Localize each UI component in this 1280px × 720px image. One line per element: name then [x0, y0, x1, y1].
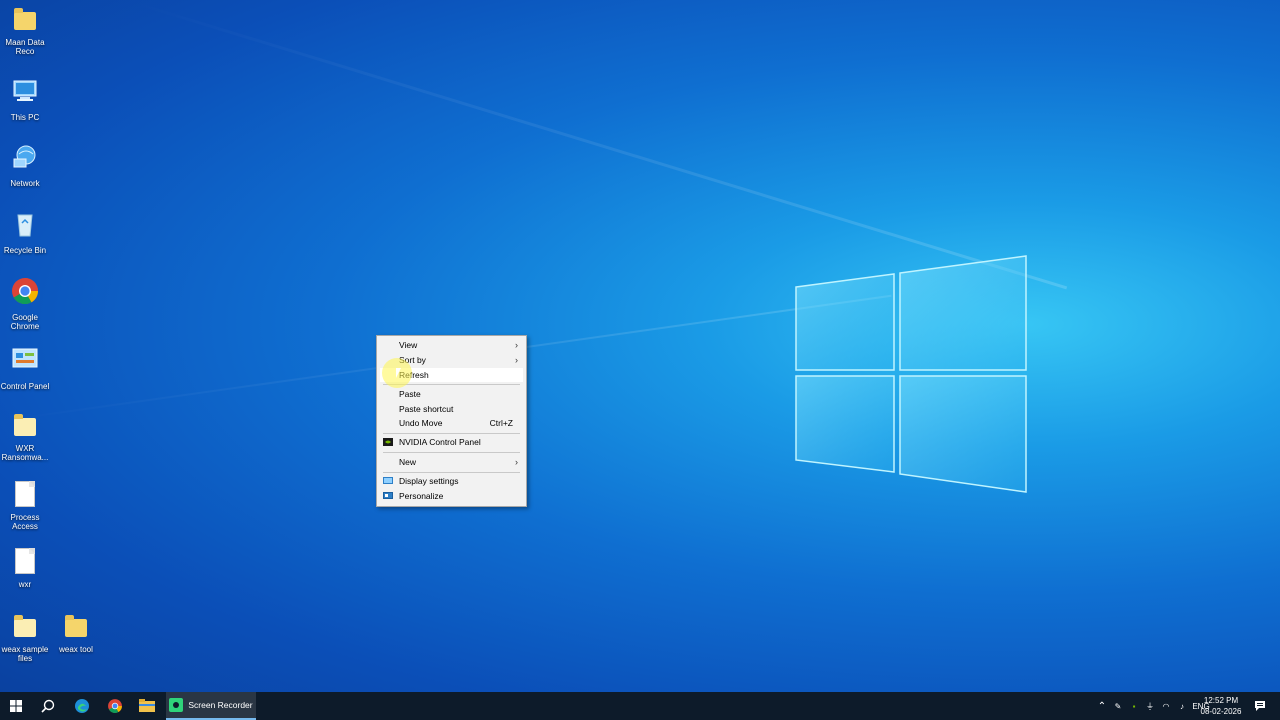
- computer-icon: [13, 80, 37, 101]
- keyboard-shortcut: Ctrl+Z: [489, 418, 513, 428]
- menu-item-new[interactable]: New ›: [380, 455, 523, 469]
- nvidia-tray-icon[interactable]: ▪: [1126, 702, 1142, 711]
- windows-logo: [795, 255, 1027, 493]
- menu-item-label: NVIDIA Control Panel: [399, 437, 481, 447]
- chevron-up-icon[interactable]: ⌃: [1094, 701, 1110, 712]
- recycle-bin-icon: [17, 214, 33, 237]
- menu-item-label: Display settings: [399, 476, 459, 486]
- notification-icon: [1255, 701, 1265, 711]
- nvidia-icon: [383, 438, 393, 446]
- menu-separator: [383, 452, 520, 453]
- usb-icon[interactable]: ⏚: [1142, 701, 1158, 712]
- clock-date: 08-02-2026: [1200, 707, 1242, 716]
- menu-item-label: New: [399, 457, 417, 467]
- mouse-cursor-icon: [396, 368, 401, 378]
- chevron-right-icon: ›: [515, 340, 518, 350]
- menu-item-label: Undo Move: [399, 418, 443, 428]
- menu-item-nvidia-control-panel[interactable]: NVIDIA Control Panel: [380, 435, 523, 449]
- desktop-icon-label: Recycle Bin: [3, 246, 47, 255]
- desktop-icon-recycle-bin[interactable]: Recycle Bin: [0, 209, 50, 255]
- desktop-icon-weax-sample-files[interactable]: weax sample files: [0, 613, 50, 663]
- menu-item-paste-shortcut[interactable]: Paste shortcut: [380, 402, 523, 416]
- taskbar-chrome[interactable]: [99, 692, 131, 720]
- chrome-icon: [12, 278, 39, 305]
- menu-item-paste[interactable]: Paste: [380, 387, 523, 401]
- menu-item-display-settings[interactable]: Display settings: [380, 474, 523, 488]
- desktop-icon-weax-tool[interactable]: weax tool: [51, 613, 101, 654]
- menu-item-label: Paste: [399, 389, 421, 399]
- wifi-icon[interactable]: ◠: [1158, 702, 1174, 711]
- taskbar-edge[interactable]: [66, 692, 98, 720]
- desktop-icon-maan-data-reco[interactable]: Maan Data Reco: [0, 6, 50, 56]
- search-button[interactable]: [32, 692, 64, 720]
- light-beam: [129, 0, 1068, 290]
- chevron-right-icon: ›: [515, 457, 518, 467]
- menu-item-label: Paste shortcut: [399, 404, 454, 414]
- menu-item-label: View: [399, 340, 418, 350]
- network-icon: [13, 145, 36, 168]
- screen-recorder-icon: [169, 698, 184, 712]
- desktop-icon-google-chrome[interactable]: Google Chrome: [0, 276, 50, 331]
- menu-item-personalize[interactable]: Personalize: [380, 489, 523, 503]
- desktop[interactable]: Maan Data Reco This PC Network Recycle B…: [0, 0, 1280, 692]
- desktop-icon-wxr-ransomware[interactable]: WXR Ransomwa...: [0, 412, 50, 462]
- menu-item-view[interactable]: View ›: [380, 338, 523, 352]
- menu-item-undo-move[interactable]: Undo Move Ctrl+Z: [380, 416, 523, 430]
- desktop-icon-label: Google Chrome: [10, 313, 40, 331]
- document-icon: [10, 481, 40, 511]
- action-center-button[interactable]: [1248, 692, 1272, 720]
- volume-icon[interactable]: ♪: [1174, 702, 1190, 711]
- desktop-icon-wxr[interactable]: wxr: [0, 546, 50, 589]
- menu-item-label: Personalize: [399, 491, 444, 501]
- start-button[interactable]: [0, 692, 32, 720]
- taskbar-app-label: Screen Recorder: [188, 700, 253, 710]
- edge-icon: [75, 699, 89, 713]
- search-icon: [41, 699, 55, 713]
- folder-icon: [10, 412, 40, 442]
- taskbar-file-explorer[interactable]: [131, 692, 163, 720]
- taskbar-screen-recorder[interactable]: Screen Recorder: [166, 692, 256, 720]
- clock-time: 12:52 PM: [1203, 696, 1239, 705]
- desktop-icon-control-panel[interactable]: Control Panel: [0, 345, 50, 391]
- desktop-icon-process-access[interactable]: Process Access: [0, 479, 50, 531]
- chevron-right-icon: ›: [515, 355, 518, 365]
- desktop-icon-label: Process Access: [10, 513, 40, 531]
- desktop-icon-this-pc[interactable]: This PC: [0, 76, 50, 122]
- display-icon: [383, 477, 393, 484]
- personalize-icon: [383, 492, 393, 499]
- folder-icon: [61, 613, 91, 643]
- desktop-icon-label: weax sample files: [1, 645, 49, 663]
- menu-separator: [383, 433, 520, 434]
- folder-icon: [139, 699, 155, 712]
- desktop-icon-network[interactable]: Network: [0, 142, 50, 188]
- desktop-icon-label: Network: [10, 179, 40, 188]
- pen-icon[interactable]: ✎: [1110, 702, 1126, 711]
- desktop-icon-label: Control Panel: [0, 382, 50, 391]
- document-icon: [10, 548, 40, 578]
- chrome-icon: [108, 699, 122, 713]
- clock[interactable]: 12:52 PM 08-02-2026: [1196, 695, 1246, 717]
- desktop-icon-label: Maan Data Reco: [5, 38, 45, 56]
- windows-start-icon: [10, 700, 22, 712]
- control-panel-icon: [12, 348, 38, 368]
- taskbar: Screen Recorder ⌃ ✎ ▪ ⏚ ◠ ♪ ENG 12:52 PM…: [0, 692, 1280, 720]
- desktop-icon-label: wxr: [18, 580, 32, 589]
- desktop-icon-label: WXR Ransomwa...: [1, 444, 49, 462]
- app-icon: [10, 6, 40, 36]
- system-tray: ⌃ ✎ ▪ ⏚ ◠ ♪ ENG: [1094, 692, 1212, 720]
- folder-icon: [10, 613, 40, 643]
- desktop-icon-label: This PC: [10, 113, 40, 122]
- desktop-icon-label: weax tool: [59, 645, 93, 654]
- menu-separator: [383, 472, 520, 473]
